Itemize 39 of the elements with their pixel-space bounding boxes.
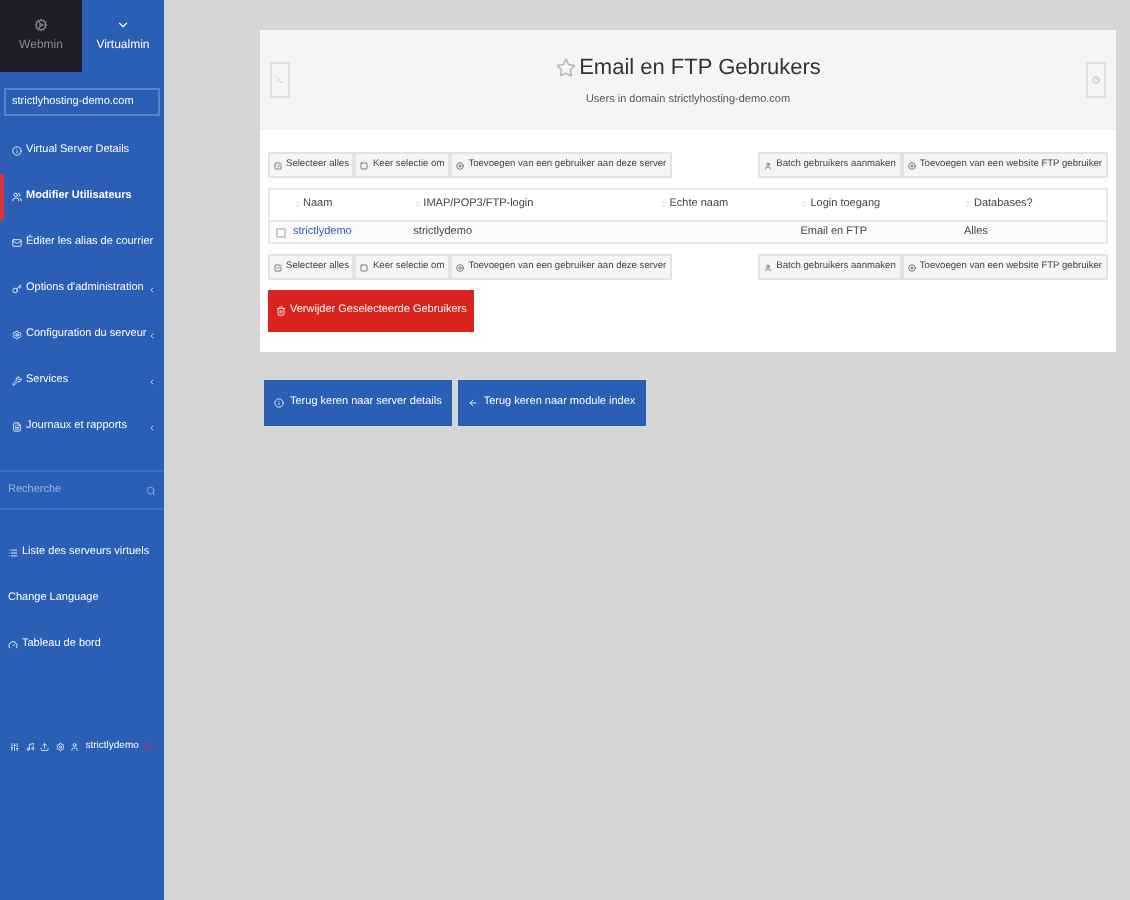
users-icon <box>12 192 22 202</box>
sort-icon <box>800 199 809 208</box>
wrench-icon <box>12 376 22 386</box>
sort-icon <box>413 199 422 208</box>
plus-icon <box>907 161 916 169</box>
square-icon <box>360 161 369 169</box>
upload-icon[interactable] <box>40 742 50 753</box>
search-icon <box>146 485 156 495</box>
info-icon <box>274 398 284 408</box>
plus-icon <box>907 263 916 271</box>
row-checkbox[interactable] <box>276 227 286 237</box>
user-icon[interactable] <box>70 742 80 753</box>
gear-icon <box>12 330 22 340</box>
settings-icon[interactable] <box>55 742 65 753</box>
trash-icon <box>276 306 286 316</box>
arrow-left-icon <box>467 398 478 408</box>
sliders-icon[interactable] <box>10 742 20 753</box>
mail-icon <box>12 238 22 248</box>
plus-icon <box>456 263 465 271</box>
user-icon <box>764 161 773 169</box>
gear-icon <box>34 17 48 31</box>
help-icon <box>1092 76 1100 84</box>
sort-icon <box>659 199 668 208</box>
key-icon <box>12 284 22 294</box>
terminal-icon <box>276 76 284 84</box>
star-icon[interactable] <box>555 57 576 78</box>
info-icon <box>12 146 22 156</box>
checkbox-icon <box>274 161 282 169</box>
panel-title: Email en FTP Gebrukers <box>579 53 821 84</box>
list-icon <box>8 548 18 558</box>
chevron-down-icon <box>116 17 130 31</box>
document-icon <box>12 422 22 432</box>
square-icon <box>360 263 369 271</box>
checkbox-icon <box>274 263 282 271</box>
music-note-icon[interactable] <box>25 742 35 753</box>
gauge-icon <box>8 640 18 650</box>
plus-icon <box>456 161 465 169</box>
sort-icon <box>963 199 972 208</box>
user-icon <box>764 263 773 271</box>
